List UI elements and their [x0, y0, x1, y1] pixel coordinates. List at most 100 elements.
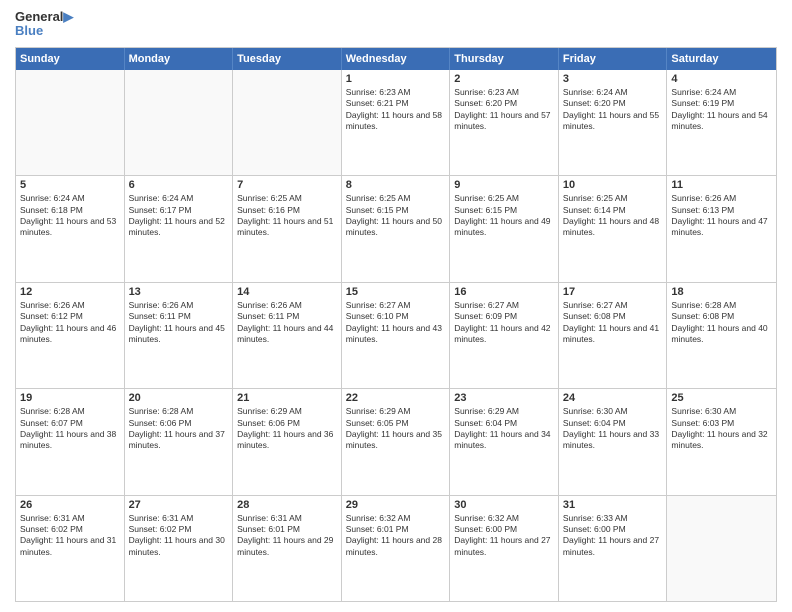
table-row: 19Sunrise: 6:28 AM Sunset: 6:07 PM Dayli…: [16, 389, 125, 494]
day-number: 4: [671, 73, 772, 85]
header-day-wednesday: Wednesday: [342, 48, 451, 70]
day-number: 28: [237, 499, 337, 511]
cell-info: Sunrise: 6:26 AM Sunset: 6:12 PM Dayligh…: [20, 300, 120, 346]
day-number: 30: [454, 499, 554, 511]
cell-info: Sunrise: 6:29 AM Sunset: 6:05 PM Dayligh…: [346, 406, 446, 452]
week-row-2: 5 Sunrise: 6:24 AM Sunset: 6:18 PM Daylig…: [16, 176, 776, 282]
cell-info: Sunrise: 6:29 AM Sunset: 6:06 PM Dayligh…: [237, 406, 337, 452]
cell-info: Sunrise: 6:28 AM Sunset: 6:06 PM Dayligh…: [129, 406, 229, 452]
table-row: 23 Sunrise: 6:29 AM Sunset: 6:04 PM Dayli…: [450, 389, 559, 494]
table-row: 29Sunrise: 6:32 AM Sunset: 6:01 PM Dayli…: [342, 496, 451, 601]
header-day-friday: Friday: [559, 48, 668, 70]
table-row: 14Sunrise: 6:26 AM Sunset: 6:11 PM Dayli…: [233, 283, 342, 388]
day-number: 9: [454, 179, 554, 191]
cell-info: Sunrise: 6:27 AM Sunset: 6:10 PM Dayligh…: [346, 300, 446, 346]
table-row: 5 Sunrise: 6:24 AM Sunset: 6:18 PM Daylig…: [16, 176, 125, 281]
day-number: 26: [20, 499, 120, 511]
table-row: 21 Sunrise: 6:29 AM Sunset: 6:06 PM Dayli…: [233, 389, 342, 494]
table-row: 15 Sunrise: 6:27 AM Sunset: 6:10 PM Dayli…: [342, 283, 451, 388]
day-number: 7: [237, 179, 337, 191]
week-row-3: 12 Sunrise: 6:26 AM Sunset: 6:12 PM Dayli…: [16, 283, 776, 389]
day-number: 5: [20, 179, 120, 191]
cell-info: Sunrise: 6:24 AM Sunset: 6:18 PM Dayligh…: [20, 193, 120, 239]
day-number: 12: [20, 286, 120, 298]
day-number: 8: [346, 179, 446, 191]
table-row: 12 Sunrise: 6:26 AM Sunset: 6:12 PM Dayli…: [16, 283, 125, 388]
day-number: 29: [346, 499, 446, 511]
day-number: 13: [129, 286, 229, 298]
cell-info: Sunrise: 6:25 AM Sunset: 6:15 PM Dayligh…: [454, 193, 554, 239]
day-number: 23: [454, 392, 554, 404]
cell-info: Sunrise: 6:31 AM Sunset: 6:02 PM Dayligh…: [20, 513, 120, 559]
day-number: 16: [454, 286, 554, 298]
cell-info: Sunrise: 6:30 AM Sunset: 6:04 PM Dayligh…: [563, 406, 663, 452]
cell-info: Sunrise: 6:24 AM Sunset: 6:17 PM Dayligh…: [129, 193, 229, 239]
header-day-monday: Monday: [125, 48, 234, 70]
day-number: 3: [563, 73, 663, 85]
table-row: 8 Sunrise: 6:25 AM Sunset: 6:15 PM Daylig…: [342, 176, 451, 281]
day-number: 6: [129, 179, 229, 191]
cell-info: Sunrise: 6:32 AM Sunset: 6:00 PM Dayligh…: [454, 513, 554, 559]
table-row: 7 Sunrise: 6:25 AM Sunset: 6:16 PM Daylig…: [233, 176, 342, 281]
table-row: 9 Sunrise: 6:25 AM Sunset: 6:15 PM Daylig…: [450, 176, 559, 281]
table-row: 24 Sunrise: 6:30 AM Sunset: 6:04 PM Dayli…: [559, 389, 668, 494]
calendar: SundayMondayTuesdayWednesdayThursdayFrid…: [15, 47, 777, 602]
table-row: 31 Sunrise: 6:33 AM Sunset: 6:00 PM Dayli…: [559, 496, 668, 601]
day-number: 20: [129, 392, 229, 404]
logo: General▶ Blue: [15, 10, 73, 39]
cell-info: Sunrise: 6:31 AM Sunset: 6:01 PM Dayligh…: [237, 513, 337, 559]
table-row: 3Sunrise: 6:24 AM Sunset: 6:20 PM Daylig…: [559, 70, 668, 175]
logo-blue: Blue: [15, 24, 73, 38]
table-row: [125, 70, 234, 175]
table-row: 17 Sunrise: 6:27 AM Sunset: 6:08 PM Dayli…: [559, 283, 668, 388]
day-number: 17: [563, 286, 663, 298]
table-row: 30 Sunrise: 6:32 AM Sunset: 6:00 PM Dayli…: [450, 496, 559, 601]
cell-info: Sunrise: 6:26 AM Sunset: 6:11 PM Dayligh…: [129, 300, 229, 346]
table-row: 18 Sunrise: 6:28 AM Sunset: 6:08 PM Dayli…: [667, 283, 776, 388]
header-day-saturday: Saturday: [667, 48, 776, 70]
cell-info: Sunrise: 6:23 AM Sunset: 6:20 PM Dayligh…: [454, 87, 554, 133]
table-row: [667, 496, 776, 601]
day-number: 14: [237, 286, 337, 298]
table-row: 25Sunrise: 6:30 AM Sunset: 6:03 PM Dayli…: [667, 389, 776, 494]
day-number: 24: [563, 392, 663, 404]
cell-info: Sunrise: 6:27 AM Sunset: 6:08 PM Dayligh…: [563, 300, 663, 346]
day-number: 25: [671, 392, 772, 404]
week-row-1: 1Sunrise: 6:23 AM Sunset: 6:21 PM Daylig…: [16, 70, 776, 176]
table-row: 16 Sunrise: 6:27 AM Sunset: 6:09 PM Dayli…: [450, 283, 559, 388]
day-number: 18: [671, 286, 772, 298]
day-number: 11: [671, 179, 772, 191]
cell-info: Sunrise: 6:27 AM Sunset: 6:09 PM Dayligh…: [454, 300, 554, 346]
table-row: 20 Sunrise: 6:28 AM Sunset: 6:06 PM Dayli…: [125, 389, 234, 494]
day-number: 21: [237, 392, 337, 404]
week-row-5: 26 Sunrise: 6:31 AM Sunset: 6:02 PM Dayli…: [16, 496, 776, 601]
day-number: 2: [454, 73, 554, 85]
table-row: 11 Sunrise: 6:26 AM Sunset: 6:13 PM Dayli…: [667, 176, 776, 281]
header-day-thursday: Thursday: [450, 48, 559, 70]
cell-info: Sunrise: 6:29 AM Sunset: 6:04 PM Dayligh…: [454, 406, 554, 452]
table-row: 22 Sunrise: 6:29 AM Sunset: 6:05 PM Dayli…: [342, 389, 451, 494]
table-row: [233, 70, 342, 175]
cell-info: Sunrise: 6:23 AM Sunset: 6:21 PM Dayligh…: [346, 87, 446, 133]
cell-info: Sunrise: 6:25 AM Sunset: 6:16 PM Dayligh…: [237, 193, 337, 239]
cell-info: Sunrise: 6:31 AM Sunset: 6:02 PM Dayligh…: [129, 513, 229, 559]
table-row: 27Sunrise: 6:31 AM Sunset: 6:02 PM Dayli…: [125, 496, 234, 601]
cell-info: Sunrise: 6:24 AM Sunset: 6:19 PM Dayligh…: [671, 87, 772, 133]
table-row: 26 Sunrise: 6:31 AM Sunset: 6:02 PM Dayli…: [16, 496, 125, 601]
table-row: 2 Sunrise: 6:23 AM Sunset: 6:20 PM Daylig…: [450, 70, 559, 175]
page: General▶ Blue SundayMondayTuesdayWednesd…: [0, 0, 792, 612]
table-row: 28 Sunrise: 6:31 AM Sunset: 6:01 PM Dayli…: [233, 496, 342, 601]
day-number: 31: [563, 499, 663, 511]
day-number: 15: [346, 286, 446, 298]
week-row-4: 19Sunrise: 6:28 AM Sunset: 6:07 PM Dayli…: [16, 389, 776, 495]
cell-info: Sunrise: 6:33 AM Sunset: 6:00 PM Dayligh…: [563, 513, 663, 559]
day-number: 22: [346, 392, 446, 404]
day-number: 10: [563, 179, 663, 191]
cell-info: Sunrise: 6:25 AM Sunset: 6:15 PM Dayligh…: [346, 193, 446, 239]
cell-info: Sunrise: 6:26 AM Sunset: 6:13 PM Dayligh…: [671, 193, 772, 239]
header-day-sunday: Sunday: [16, 48, 125, 70]
header-day-tuesday: Tuesday: [233, 48, 342, 70]
cell-info: Sunrise: 6:28 AM Sunset: 6:08 PM Dayligh…: [671, 300, 772, 346]
table-row: 6 Sunrise: 6:24 AM Sunset: 6:17 PM Daylig…: [125, 176, 234, 281]
logo-general: General▶: [15, 10, 73, 24]
